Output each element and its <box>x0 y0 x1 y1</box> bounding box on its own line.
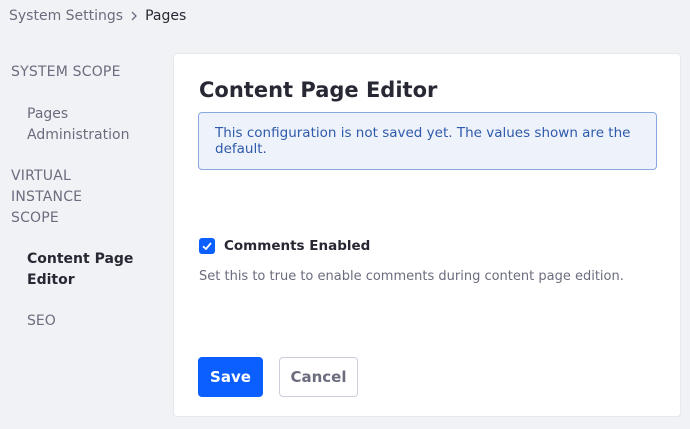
breadcrumb-system-settings[interactable]: System Settings <box>9 6 123 26</box>
comments-help-text: Set this to true to enable comments duri… <box>199 269 624 284</box>
breadcrumb: System Settings Pages <box>9 6 186 26</box>
comments-enabled-checkbox[interactable] <box>199 238 215 254</box>
page-title: Content Page Editor <box>199 78 438 102</box>
chevron-right-icon <box>130 11 138 21</box>
sidebar-heading-system-scope: SYSTEM SCOPE <box>11 64 121 80</box>
comments-enabled-field[interactable]: Comments Enabled <box>199 238 370 254</box>
sidebar-item-content-page-editor[interactable]: Content Page Editor <box>0 249 137 291</box>
comments-enabled-label[interactable]: Comments Enabled <box>224 238 370 254</box>
cancel-button[interactable]: Cancel <box>279 357 358 397</box>
sidebar-item-seo[interactable]: SEO <box>0 311 137 332</box>
save-button[interactable]: Save <box>198 357 263 397</box>
info-alert: This configuration is not saved yet. The… <box>198 112 657 170</box>
sidebar: SYSTEM SCOPE Pages Administration VIRTUA… <box>0 62 160 332</box>
checkmark-icon <box>202 242 212 251</box>
sidebar-item-pages-administration[interactable]: Pages Administration <box>0 104 137 146</box>
breadcrumb-current-pages: Pages <box>145 8 187 24</box>
configuration-card: Content Page Editor This configuration i… <box>173 53 681 417</box>
sidebar-heading-virtual-instance-scope: VIRTUAL INSTANCE SCOPE <box>11 168 83 226</box>
